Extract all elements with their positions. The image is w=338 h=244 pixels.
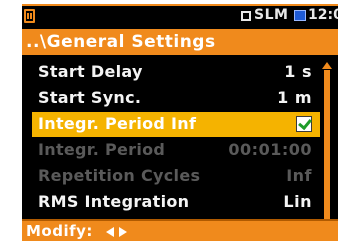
footer-rule [22, 219, 338, 221]
title-bar: ..\General Settings [22, 29, 338, 55]
mode-label: SLM [254, 7, 289, 23]
menu-item-start-delay[interactable]: Start Delay 1 s [32, 60, 320, 85]
device-frame: SLM 12:06 ..\General Settings Start Dela… [0, 0, 338, 244]
footer-bar: Modify: [22, 219, 338, 241]
menu-item-value: Inf [286, 166, 312, 185]
menu-item-label: Repetition Cycles [38, 166, 201, 185]
menu-item-value: 1 s [284, 62, 312, 81]
top-rule [22, 4, 338, 6]
menu-item-repetition-cycles: Repetition Cycles Inf [32, 164, 320, 189]
mode-box-icon [241, 11, 251, 21]
modify-label: Modify: [26, 222, 93, 240]
menu-item-label: Start Delay [38, 62, 143, 81]
menu-item-integr-period-inf[interactable]: Integr. Period Inf [32, 112, 320, 137]
menu-item-label: Integr. Period [38, 140, 166, 159]
page-title: ..\General Settings [26, 32, 216, 52]
scrollbar-thumb[interactable] [324, 70, 330, 220]
battery-icon [294, 10, 306, 21]
menu-item-integr-period: Integr. Period 00:01:00 [32, 138, 320, 163]
clock: 12:06 [308, 7, 338, 23]
menu-item-start-sync[interactable]: Start Sync. 1 m [32, 86, 320, 111]
arrow-left-icon[interactable] [106, 227, 114, 237]
checkbox-checked-icon[interactable] [296, 116, 312, 132]
meter-screen: SLM 12:06 ..\General Settings Start Dela… [22, 4, 338, 241]
arrow-right-icon[interactable] [119, 227, 127, 237]
menu-item-value: 1 m [277, 88, 312, 107]
menu-item-rms-integration[interactable]: RMS Integration Lin [32, 190, 320, 215]
menu-item-label: Start Sync. [38, 88, 142, 107]
menu-item-value: Lin [283, 192, 312, 211]
document-icon [24, 9, 35, 23]
scroll-up-icon[interactable] [322, 62, 332, 69]
menu-item-value: 00:01:00 [228, 140, 312, 159]
menu-item-label: Integr. Period Inf [38, 114, 197, 133]
status-bar: SLM 12:06 [22, 4, 338, 29]
menu-item-label: RMS Integration [38, 192, 190, 211]
scrollbar[interactable] [322, 62, 332, 220]
